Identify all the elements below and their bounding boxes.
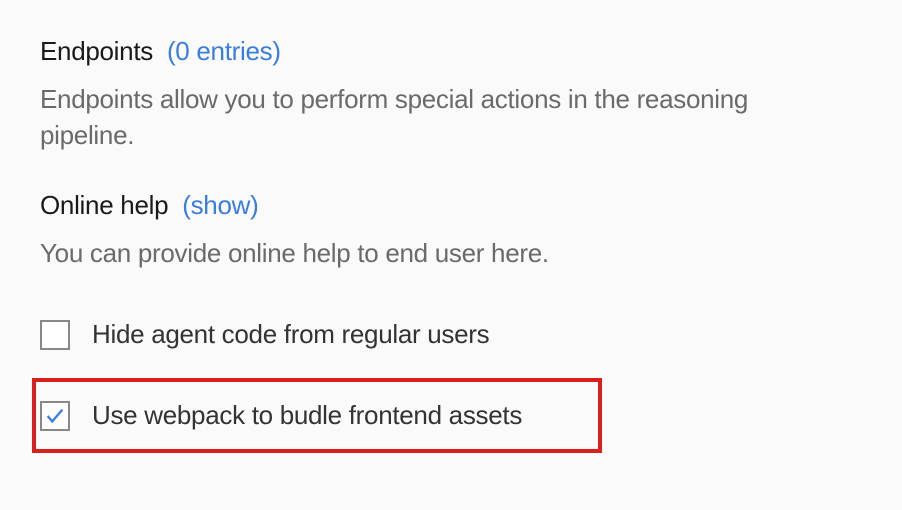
online-help-header: Online help (show): [40, 190, 862, 221]
endpoints-description: Endpoints allow you to perform special a…: [40, 81, 820, 154]
webpack-checkbox[interactable]: [40, 401, 70, 431]
endpoints-header: Endpoints (0 entries): [40, 36, 862, 67]
online-help-section: Online help (show) You can provide onlin…: [40, 190, 862, 271]
webpack-label[interactable]: Use webpack to budle frontend assets: [92, 400, 522, 431]
online-help-show-link[interactable]: (show): [182, 190, 258, 221]
hide-code-label[interactable]: Hide agent code from regular users: [92, 319, 489, 350]
hide-code-option: Hide agent code from regular users: [40, 307, 862, 362]
check-icon: [44, 405, 66, 427]
endpoints-section: Endpoints (0 entries) Endpoints allow yo…: [40, 36, 862, 154]
online-help-title: Online help: [40, 190, 168, 221]
hide-code-checkbox[interactable]: [40, 320, 70, 350]
endpoints-count-link[interactable]: (0 entries): [167, 36, 281, 67]
webpack-option: Use webpack to budle frontend assets: [32, 378, 602, 453]
endpoints-title: Endpoints: [40, 36, 153, 67]
online-help-description: You can provide online help to end user …: [40, 235, 820, 271]
